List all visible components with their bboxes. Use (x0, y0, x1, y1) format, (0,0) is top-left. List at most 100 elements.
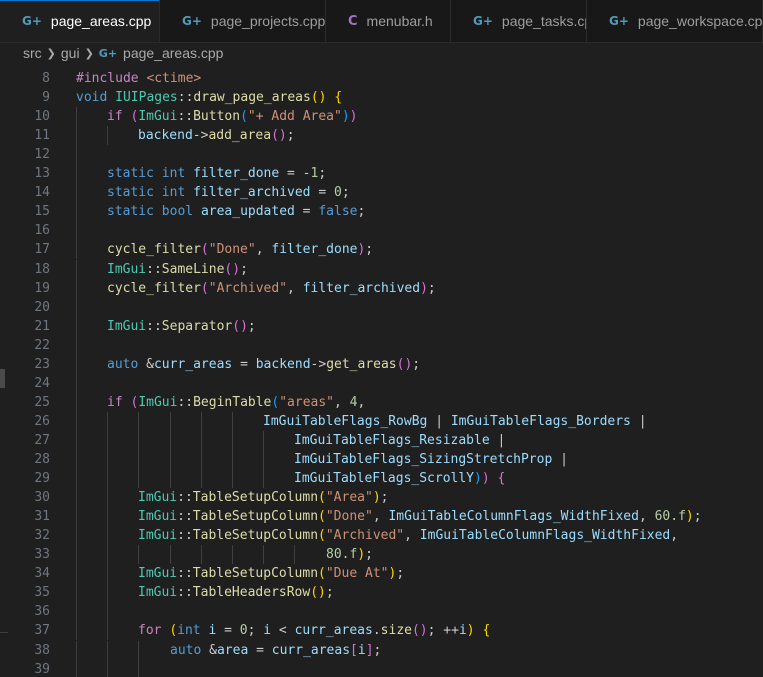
code-token: i (263, 623, 272, 638)
indent-guide (76, 374, 77, 393)
indent-guide (107, 488, 108, 507)
indent-guide (107, 469, 108, 488)
line-number: 34 (34, 566, 50, 581)
code-token: for (138, 623, 170, 638)
code-token: i (458, 623, 467, 638)
code-token: ImGui (138, 566, 178, 581)
code-token: , (357, 395, 366, 410)
code-token: ( (200, 281, 209, 296)
code-token: static (107, 185, 162, 200)
line-number: 11 (34, 128, 50, 143)
code-token: ( (318, 528, 326, 543)
indent-guide (107, 412, 108, 431)
code-token: ImGuiTableFlags_Resizable (294, 433, 490, 448)
code-token: ) (466, 623, 475, 638)
code-token: size (380, 623, 412, 638)
panel-divider (0, 632, 8, 633)
line-number: 13 (34, 166, 50, 181)
tab-page-projects-cpp[interactable]: G+ page_projects.cpp (160, 0, 326, 42)
indent-guide (107, 583, 108, 602)
tab-menubar-h[interactable]: Cmenubar.h (326, 0, 451, 42)
code-token: | (489, 433, 506, 448)
indent-guide (138, 412, 139, 431)
breadcrumb: src ❯ gui ❯ G+ page_areas.cpp (0, 42, 763, 64)
code-token: ImGui (138, 490, 178, 505)
line-number: 29 (34, 471, 50, 486)
indent-guide (201, 431, 202, 450)
breadcrumb-item-gui[interactable]: gui (61, 45, 80, 61)
code-token: TableHeadersRow (192, 585, 311, 600)
code-text: cycle_filter("Archived", filter_archived… (107, 279, 436, 298)
indent-guide (76, 126, 77, 145)
breadcrumb-item-file[interactable]: page_areas.cpp (123, 45, 223, 61)
indent-guide (107, 545, 108, 564)
code-token: ImGui (138, 528, 178, 543)
code-token: :: (177, 109, 194, 124)
breadcrumb-item-src[interactable]: src (23, 45, 42, 61)
code-token: "+ Add Area" (247, 109, 342, 124)
line-number: 37 (34, 623, 50, 638)
cpp-file-icon: G+ (473, 14, 493, 28)
code-text: if (ImGui::BeginTable("areas", 4, (107, 393, 365, 412)
code-line: 39 (0, 660, 763, 677)
code-token: curr_areas (271, 643, 351, 658)
tab-page-workspace-cpp[interactable]: G+ page_workspace.cpp (587, 0, 763, 42)
code-token: , (287, 281, 303, 296)
tab-page-areas-cpp[interactable]: G+page_areas.cpp✕ (0, 0, 160, 42)
indent-guide (138, 641, 139, 660)
indent-guide (170, 412, 171, 431)
code-token: ; (247, 319, 256, 334)
indent-guide (76, 240, 77, 259)
code-token: ; (247, 623, 264, 638)
code-text: ImGui::TableSetupColumn("Area"); (138, 488, 388, 507)
code-line: 34 ImGui::TableSetupColumn("Due At"); (0, 564, 763, 583)
code-token: "Archived" (208, 281, 288, 296)
code-token: ImGuiTableColumnFlags_WidthFixed (388, 509, 639, 524)
scroll-position-marker (0, 369, 5, 388)
code-token: , (638, 509, 655, 524)
indent-guide (76, 564, 77, 583)
indent-guide (107, 641, 108, 660)
indent-guide (263, 450, 264, 469)
c-header-file-icon: C (348, 13, 358, 29)
code-token: = (232, 357, 256, 372)
code-token: ) (685, 509, 694, 524)
indent-guide (76, 183, 77, 202)
indent-guide (232, 431, 233, 450)
code-token: BeginTable (193, 395, 272, 410)
code-token: bool (161, 204, 201, 219)
indent-guide (232, 412, 233, 431)
indent-guide (76, 507, 77, 526)
indent-guide (76, 164, 77, 183)
code-token: & (209, 643, 217, 658)
code-token: int (177, 623, 209, 638)
code-token: [ (350, 643, 358, 658)
code-line: 15 static bool area_updated = false; (0, 202, 763, 221)
code-token: ( (318, 566, 326, 581)
code-token: #include (76, 71, 147, 86)
tab-page-tasks-cpp[interactable]: G+ page_tasks.cpp (451, 0, 587, 42)
code-line: 23 auto &curr_areas = backend->get_areas(… (0, 355, 763, 374)
code-text: static bool area_updated = false; (107, 202, 365, 221)
code-token: | (552, 452, 568, 467)
indent-guide (107, 431, 108, 450)
line-number: 32 (34, 528, 50, 543)
code-token: () (411, 623, 428, 638)
code-token: "Done" (325, 509, 373, 524)
code-token: SameLine (161, 262, 225, 277)
code-token: ; (396, 566, 405, 581)
code-line: 10 if (ImGui::Button("+ Add Area")) (0, 107, 763, 126)
line-number: 18 (34, 262, 50, 277)
code-line: 16 (0, 221, 763, 240)
indent-guide (76, 660, 77, 677)
code-line: 22 (0, 336, 763, 355)
code-editor[interactable]: 8 #include <ctime> 9 void IUIPages::draw_pa… (0, 69, 763, 677)
indent-guide (76, 583, 77, 602)
chevron-right-icon: ❯ (46, 46, 56, 60)
code-token: auto (107, 357, 147, 372)
line-number: 9 (42, 90, 50, 105)
line-number: 26 (34, 414, 50, 429)
code-text: ImGuiTableFlags_RowBg | ImGuiTableFlags_… (263, 412, 647, 431)
code-token: , (670, 528, 679, 543)
line-number: 15 (34, 204, 50, 219)
